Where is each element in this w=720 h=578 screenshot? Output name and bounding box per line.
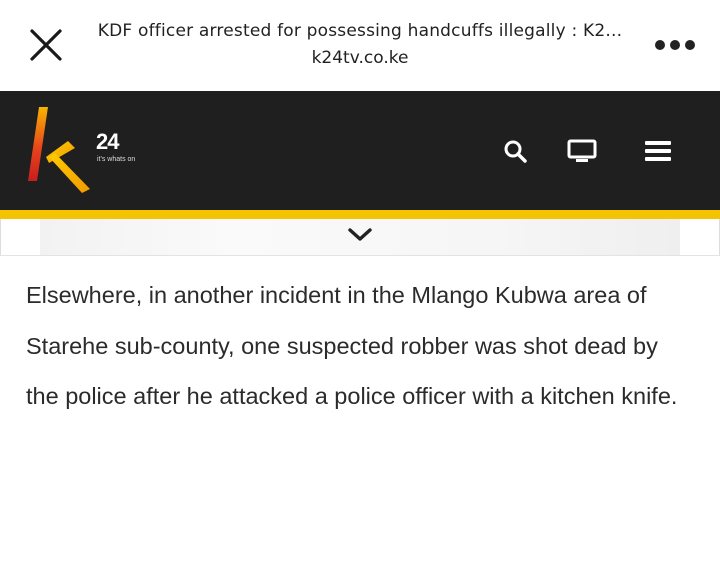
more-dots-icon [685,40,695,50]
menu-button[interactable] [642,135,674,167]
site-header: 24 it's whats on [0,91,720,210]
close-button[interactable] [26,24,66,66]
menu-icon [645,141,671,161]
search-button[interactable] [500,135,530,167]
subnav-divider [0,219,1,255]
more-dots-icon [670,40,680,50]
chevron-down-icon [348,228,372,241]
page-domain: k24tv.co.ke [311,48,409,68]
live-tv-button[interactable] [564,135,600,167]
logo-tagline: it's whats on [97,156,136,163]
page-title-area: KDF officer arrested for possessing hand… [84,18,636,71]
search-icon [504,140,527,163]
close-icon [30,29,62,61]
accent-divider [0,210,720,219]
subnav-toggle-button[interactable] [346,223,374,247]
more-dots-icon [655,40,665,50]
logo-number: 24 [96,129,120,154]
k24-logo[interactable]: 24 it's whats on [24,105,136,197]
page-title: KDF officer arrested for possessing hand… [97,21,623,41]
subnav-bar [0,219,720,256]
article-paragraph: Elsewhere, in another incident in the Ml… [26,282,678,409]
tv-icon [567,139,597,162]
more-options-button[interactable] [650,30,700,60]
browser-top-bar: KDF officer arrested for possessing hand… [0,0,720,92]
